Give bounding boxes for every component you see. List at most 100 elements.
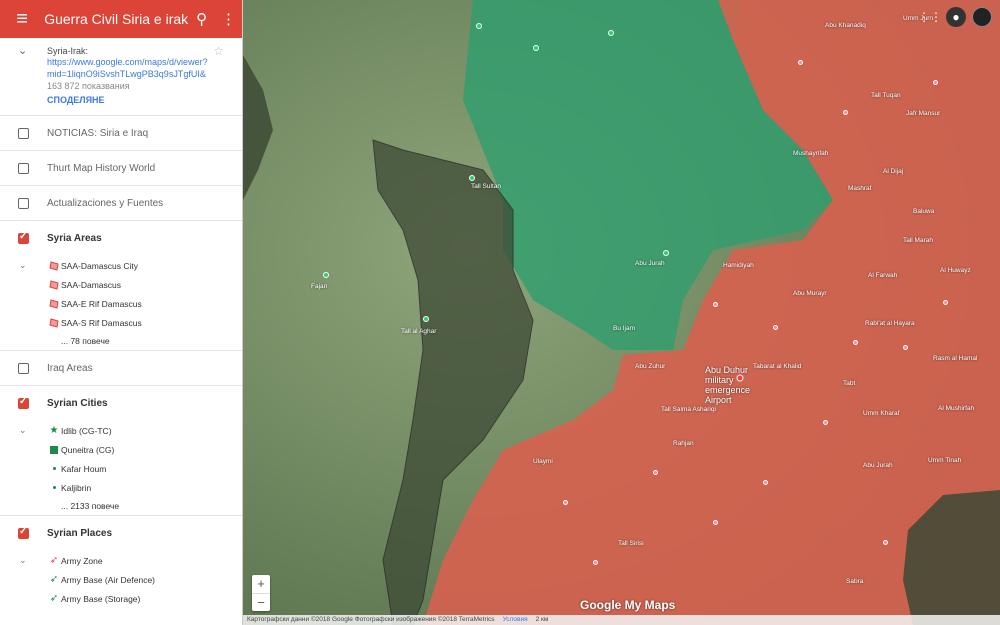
more-options-icon[interactable]: ⋮ <box>215 10 242 28</box>
layer-syrian-cities[interactable]: Syrian Cities <box>0 386 242 421</box>
app-root: ≡ Guerra Civil Siria e irak ⚲ ⋮ ⌄ ☆ Syri… <box>0 0 1000 625</box>
map-label: Fajan <box>311 283 328 290</box>
map-marker[interactable] <box>843 110 848 115</box>
layer-label: NOTICIAS: Siria e Iraq <box>47 127 149 139</box>
chevron-down-icon[interactable]: ⌄ <box>19 555 27 566</box>
map-marker[interactable] <box>563 500 568 505</box>
list-item[interactable]: ⌄ ★ Idlib (CG-TC) <box>0 421 242 440</box>
map-marker[interactable] <box>763 480 768 485</box>
rocket-icon: ➶ <box>49 574 59 585</box>
map-marker[interactable] <box>853 340 858 345</box>
chevron-down-icon[interactable]: ⌄ <box>19 260 27 271</box>
layer-checkbox[interactable] <box>18 127 29 139</box>
search-icon[interactable]: ⚲ <box>188 10 215 28</box>
avatar[interactable] <box>972 7 992 27</box>
more-items-link[interactable]: ... 2133 повече <box>0 497 242 516</box>
layer-checkbox[interactable] <box>18 362 29 374</box>
map-marker[interactable] <box>653 470 658 475</box>
map-attribution: Картографски данни ©2018 Google Фотограф… <box>247 616 495 623</box>
layer-checkbox[interactable] <box>18 231 29 244</box>
layer-syrian-places[interactable]: Syrian Places <box>0 516 242 551</box>
map-label: Tall Marah <box>903 237 933 244</box>
map-marker[interactable] <box>476 23 482 29</box>
polygon-icon <box>49 317 59 328</box>
terms-link[interactable]: Условия <box>503 616 528 623</box>
map-info-link[interactable]: https://www.google.com/maps/d/viewer?mid… <box>47 56 212 80</box>
menu-icon[interactable]: ≡ <box>0 8 44 31</box>
dot-icon <box>49 464 59 474</box>
star-icon[interactable]: ☆ <box>213 44 224 58</box>
map-label: Abu Murayr <box>793 290 827 297</box>
list-item[interactable]: SAA-Damascus <box>0 275 242 294</box>
map-marker[interactable] <box>798 60 803 65</box>
layer-label: Syrian Cities <box>47 398 108 409</box>
share-button[interactable]: СПОДЕЛЯНЕ <box>47 95 232 105</box>
list-item[interactable]: ➶ Army Base (Air Defence) <box>0 570 242 589</box>
map-marker[interactable] <box>943 300 948 305</box>
layer-checkbox[interactable] <box>18 526 29 539</box>
map-label: Umm Kharaf <box>863 410 900 417</box>
layer-noticias[interactable]: NOTICIAS: Siria e Iraq <box>0 116 242 151</box>
map-label: Sabra <box>846 578 864 585</box>
map-marker[interactable] <box>713 520 718 525</box>
map-marker[interactable] <box>773 325 778 330</box>
list-item[interactable]: Quneitra (CG) <box>0 440 242 459</box>
map-controls: ⋮⋮ ● <box>918 7 992 27</box>
map-marker[interactable] <box>469 175 475 181</box>
map-label: Al Mushirfah <box>938 405 975 412</box>
google-my-maps-logo: Google My Maps <box>580 598 676 612</box>
layer-iraq-areas[interactable]: Iraq Areas <box>0 351 242 386</box>
layer-checkbox[interactable] <box>18 396 29 409</box>
polygon-icon <box>49 298 59 309</box>
more-items-link[interactable]: ... 78 повече <box>0 332 242 351</box>
zoom-controls: + − <box>252 575 270 611</box>
layer-actualizaciones[interactable]: Actualizaciones y Fuentes <box>0 186 242 221</box>
chevron-down-icon[interactable]: ⌄ <box>18 44 27 57</box>
map-label: Tall Salma Ashariqi <box>661 406 716 413</box>
map-label: Mushayrifah <box>793 150 829 157</box>
map-label: Tabt <box>843 380 856 387</box>
list-item-label: Kaljibrin <box>61 482 92 493</box>
map-marker[interactable] <box>883 540 888 545</box>
map-marker[interactable] <box>533 45 539 51</box>
layer-checkbox[interactable] <box>18 162 29 174</box>
map-marker[interactable] <box>713 302 718 307</box>
zoom-in-button[interactable]: + <box>252 575 270 593</box>
layer-syria-areas[interactable]: Syria Areas <box>0 221 242 256</box>
map-info-name: Syria-Irak: <box>47 46 89 56</box>
notifications-icon[interactable]: ● <box>946 7 966 27</box>
map-label: Abu Zuhur <box>635 363 666 370</box>
chevron-down-icon[interactable]: ⌄ <box>19 425 27 436</box>
map-label: Al Huwayz <box>940 267 971 274</box>
map-footer: Картографски данни ©2018 Google Фотограф… <box>243 615 1000 625</box>
map-marker[interactable] <box>663 250 669 256</box>
map-marker[interactable] <box>423 316 429 322</box>
map-label: Tall Sirisi <box>618 540 644 547</box>
map-label: Abu Khanadiq <box>825 22 866 29</box>
list-item[interactable]: ➶ Army Base (Storage) <box>0 589 242 608</box>
list-item-label: SAA-S Rif Damascus <box>61 317 142 328</box>
map-label: Hamidiyah <box>723 262 754 269</box>
rocket-icon: ➶ <box>49 555 59 566</box>
list-item-label: SAA-E Rif Damascus <box>61 298 142 309</box>
layer-label: Thurt Map History World <box>47 162 156 174</box>
map-marker[interactable] <box>823 420 828 425</box>
layer-checkbox[interactable] <box>18 197 29 209</box>
layer-label: Iraq Areas <box>47 362 93 374</box>
list-item[interactable]: Kaljibrin <box>0 478 242 497</box>
map-marker[interactable] <box>593 560 598 565</box>
apps-grid-icon[interactable]: ⋮⋮ <box>918 7 942 27</box>
map-marker[interactable] <box>608 30 614 36</box>
map-marker[interactable] <box>903 345 908 350</box>
list-item[interactable]: ⌄ SAA-Damascus City <box>0 256 242 275</box>
layer-thurt[interactable]: Thurt Map History World <box>0 151 242 186</box>
map-canvas[interactable]: Tall Sultan Abu Jurah Bu Ijam Tall al Ag… <box>243 0 1000 625</box>
zoom-out-button[interactable]: − <box>252 593 270 611</box>
list-item[interactable]: SAA-S Rif Damascus <box>0 313 242 332</box>
list-item-label: Army Zone <box>61 555 103 566</box>
map-marker[interactable] <box>323 272 329 278</box>
map-marker[interactable] <box>933 80 938 85</box>
list-item[interactable]: ⌄ ➶ Army Zone <box>0 551 242 570</box>
list-item[interactable]: SAA-E Rif Damascus <box>0 294 242 313</box>
list-item[interactable]: Kafar Houm <box>0 459 242 478</box>
